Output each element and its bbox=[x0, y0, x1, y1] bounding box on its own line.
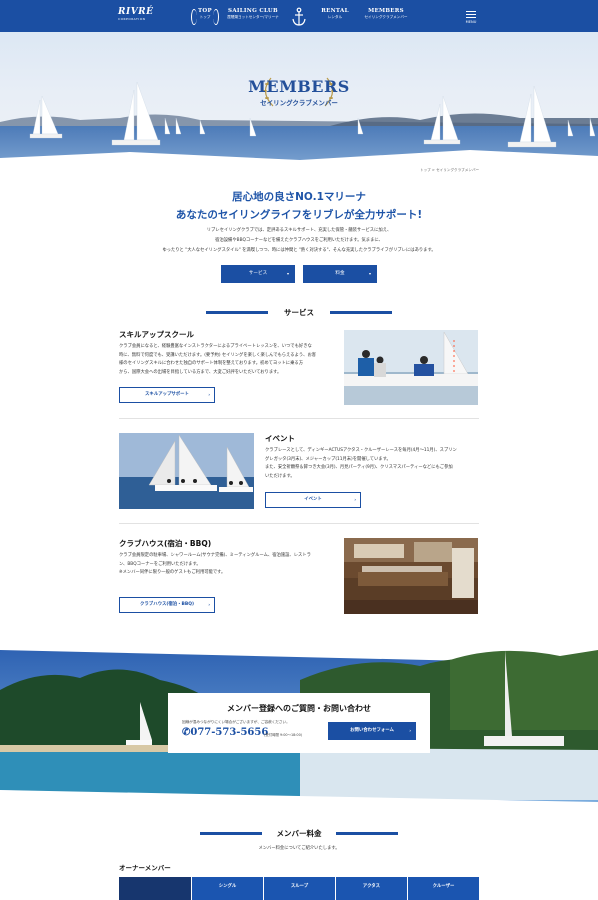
contact-note: 回線が混みつながりにくい場合がございますが、ご容赦ください。 bbox=[182, 720, 290, 724]
event-line: クラブレースとして、ディンギーACTUSアクタス・クルーザーレースを毎月(4月〜… bbox=[265, 448, 457, 453]
clubhouse-button[interactable]: クラブハウス(宿泊・BBQ) › bbox=[119, 597, 215, 613]
fees-subtitle: メンバー料金についてご紹介いたします。 bbox=[258, 846, 340, 851]
anchor-icon bbox=[292, 7, 306, 26]
section-divider bbox=[119, 523, 479, 524]
clubhouse-line: クラブ会員限定の駐車場、シャワールーム(サウナ完備)、ミーティングルーム、宿泊施… bbox=[119, 553, 311, 558]
skill-photo bbox=[344, 330, 478, 405]
nav-rental-jp: レンタル bbox=[327, 15, 343, 19]
hamburger-icon bbox=[464, 11, 478, 18]
fee-table-header: シングル スループ アクタス クルーザー bbox=[119, 877, 479, 900]
intro-text: リブレセイリングクラブでは、定評あるスキルサポート、充実した保管・艤装サービスに… bbox=[130, 226, 468, 256]
menu-button[interactable]: MENU bbox=[464, 9, 478, 24]
nav-sailing-club-jp: 琵琶湖ヨットセンター/マリーナ bbox=[227, 15, 279, 19]
intro-line: リブレセイリングクラブでは、定評あるスキルサポート、充実した保管・艤装サービスに… bbox=[206, 228, 392, 233]
event-line: いただけます。 bbox=[265, 473, 295, 479]
event-heading: イベント bbox=[265, 434, 295, 443]
fee-table-corner bbox=[119, 877, 191, 900]
skill-line: から、国際大会への出場を目指している方まで、大変ご好評をいただいております。 bbox=[119, 369, 282, 375]
clubhouse-line: ン、BBQコーナーをご利用いただけます。 bbox=[119, 561, 201, 567]
contact-title: メンバー登録へのご質問・お問い合わせ bbox=[227, 704, 371, 713]
clubhouse-line: ※メンバー同伴に限り一般のゲストもご利用可能です。 bbox=[119, 570, 226, 575]
contact-card: メンバー登録へのご質問・お問い合わせ 回線が混みつながりにくい場合がございますが… bbox=[168, 693, 430, 753]
chevron-right-icon: › bbox=[208, 602, 210, 607]
section-divider bbox=[119, 418, 479, 419]
event-text: クラブレースとして、ディンギーACTUSアクタス・クルーザーレースを毎月(4月〜… bbox=[265, 447, 479, 481]
chevron-right-icon: › bbox=[208, 392, 210, 397]
nav-top-en: TOP bbox=[198, 8, 212, 14]
nav-members-en: MEMBERS bbox=[368, 8, 404, 14]
skill-line: 様のセイリングスキルに合わせた独自のサポート体制を整えております。初めてヨットに… bbox=[119, 361, 303, 366]
skill-button[interactable]: スキルアップサポート › bbox=[119, 387, 215, 403]
nav-sailing-club-en: SAILING CLUB bbox=[228, 8, 278, 14]
owner-member-heading: オーナーメンバー bbox=[119, 864, 171, 872]
nav-top[interactable]: TOP トップ bbox=[192, 8, 218, 20]
contact-form-button-label: お問い合わせフォーム bbox=[350, 728, 394, 733]
nav-members[interactable]: MEMBERS セイリングクラブメンバー bbox=[364, 8, 408, 20]
caret-down-icon: ▾ bbox=[368, 271, 371, 276]
contact-hours: (受付時間 9:00〜18:00) bbox=[264, 733, 303, 737]
site-header: RIVRÉ CORPORATION TOP トップ SAILING CLUB 琵… bbox=[0, 0, 598, 32]
nav-top-jp: トップ bbox=[199, 15, 211, 19]
skill-heading: スキルアップスクール bbox=[119, 330, 194, 339]
event-line: グレガッタ(3月末)、メジャーカップ(11月末)を開催しています。 bbox=[265, 456, 391, 462]
services-title: サービス bbox=[284, 308, 314, 317]
chevron-right-icon: › bbox=[354, 497, 356, 502]
nav-rental-en: RENTAL bbox=[321, 8, 349, 14]
service-button[interactable]: サービス ▾ bbox=[221, 265, 295, 283]
fee-col-actus: アクタス bbox=[336, 877, 407, 900]
nav-rental[interactable]: RENTAL レンタル bbox=[318, 8, 352, 20]
clubhouse-heading: クラブハウス(宿泊・BBQ) bbox=[119, 539, 212, 548]
fee-col-cruiser: クルーザー bbox=[408, 877, 479, 900]
fee-button[interactable]: 料金 ▾ bbox=[303, 265, 377, 283]
skill-button-label: スキルアップサポート bbox=[145, 392, 189, 397]
event-line: また、安全祈願祭＆鉾つき大会(3月)、月見パーティ(9月)、クリスマスパーティー… bbox=[265, 465, 453, 470]
clubhouse-button-label: クラブハウス(宿泊・BBQ) bbox=[140, 602, 194, 607]
event-button-label: イベント bbox=[304, 497, 322, 502]
hero-subtitle: セイリングクラブメンバー bbox=[260, 99, 338, 107]
contact-form-button[interactable]: お問い合わせフォーム › bbox=[328, 722, 416, 740]
phone-number-text: 077-573-5656 bbox=[190, 727, 269, 738]
fee-col-sloop: スループ bbox=[264, 877, 335, 900]
nav-members-jp: セイリングクラブメンバー bbox=[364, 15, 408, 19]
phone-number[interactable]: ✆077-573-5656 bbox=[182, 727, 268, 738]
breadcrumb[interactable]: トップ > セイリングクラブメンバー bbox=[420, 168, 479, 173]
skill-line: クラブ会員になると、経験豊富なインストラクターによるプライベートレッスンを、いつ… bbox=[119, 344, 312, 349]
fee-col-single: シングル bbox=[192, 877, 263, 900]
fees-title: メンバー料金 bbox=[276, 829, 322, 838]
intro-heading-1: 居心地の良さNO.1マリーナ bbox=[232, 191, 366, 203]
logo-name: RIVRÉ bbox=[118, 7, 154, 17]
menu-label: MENU bbox=[465, 20, 477, 24]
logo-sub: CORPORATION bbox=[118, 17, 146, 21]
skill-line: 時に、無料で何度でも、受講いただけます。(要予約) セイリングを楽しく楽しんでも… bbox=[119, 352, 317, 358]
intro-heading-2: あなたのセイリングライフをリブレが全力サポート! bbox=[175, 209, 423, 221]
clubhouse-photo bbox=[344, 538, 478, 614]
hero-title: MEMBERS bbox=[248, 77, 350, 96]
clubhouse-text: クラブ会員限定の駐車場、シャワールーム(サウナ完備)、ミーティングルーム、宿泊施… bbox=[119, 552, 337, 578]
event-photo bbox=[119, 433, 254, 509]
intro-line: ゆったりと "大人なセイリングスタイル" を満喫しつつ、時には仲間と "熱く対決… bbox=[162, 248, 436, 253]
intro-line: 宿泊設備やBBQコーナーなどを備えたクラブハウスをご利用いただけます。気ままに、 bbox=[215, 238, 383, 243]
logo[interactable]: RIVRÉ CORPORATION bbox=[118, 8, 154, 22]
fee-button-label: 料金 bbox=[335, 271, 345, 276]
skill-text: クラブ会員になると、経験豊富なインストラクターによるプライベートレッスンを、いつ… bbox=[119, 343, 337, 377]
event-button[interactable]: イベント › bbox=[265, 492, 361, 508]
intro-heading: 居心地の良さNO.1マリーナ あなたのセイリングライフをリブレが全力サポート! bbox=[0, 188, 598, 224]
chevron-right-icon: › bbox=[409, 728, 411, 733]
nav-sailing-club[interactable]: SAILING CLUB 琵琶湖ヨットセンター/マリーナ bbox=[226, 8, 280, 20]
caret-down-icon: ▾ bbox=[286, 271, 289, 276]
service-button-label: サービス bbox=[248, 271, 268, 276]
